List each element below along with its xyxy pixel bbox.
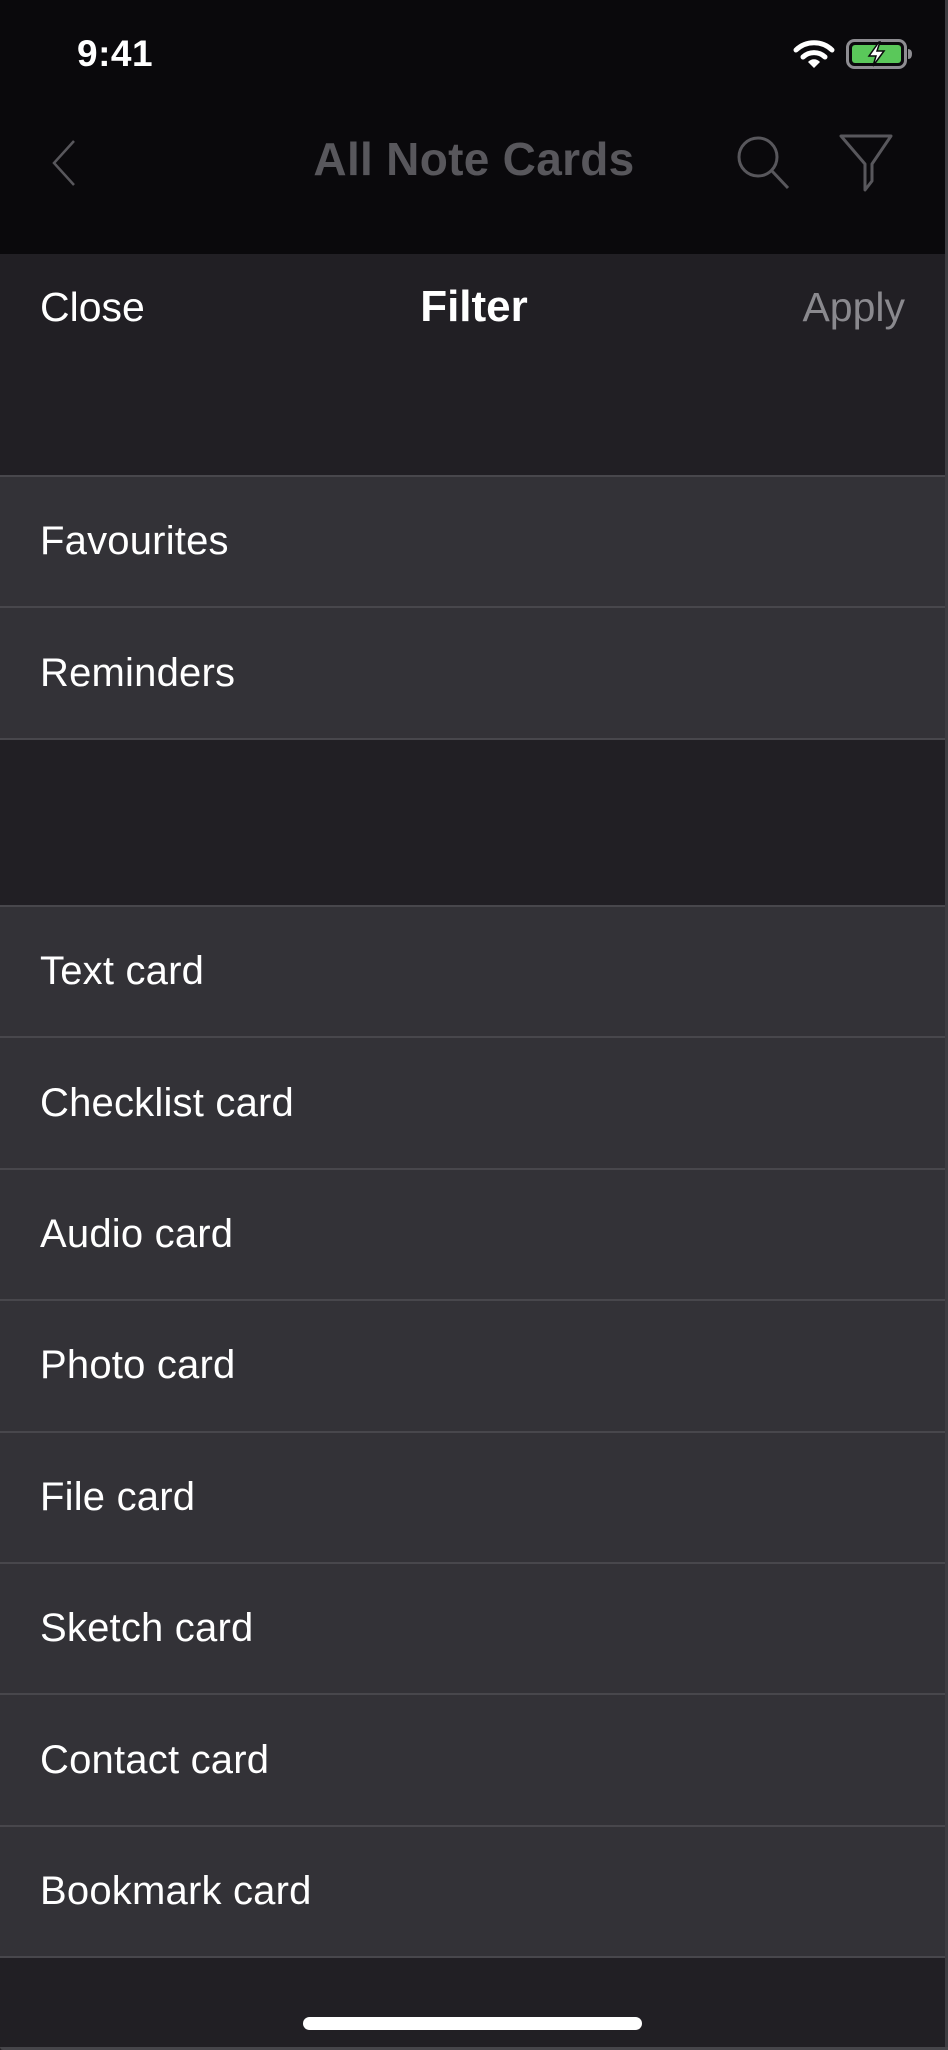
funnel-icon[interactable] [836,132,896,194]
option-label: Bookmark card [40,1868,312,1913]
option-label: Sketch card [40,1606,254,1651]
option-label: Audio card [40,1211,234,1256]
filter-section-general: Favourites Reminders [0,475,948,740]
filter-option-favourites[interactable]: Favourites [0,477,948,607]
filter-option-audio-card[interactable]: Audio card [0,1169,948,1300]
separator [0,1956,948,1959]
home-indicator[interactable] [303,2017,642,2030]
filter-option-file-card[interactable]: File card [0,1432,948,1562]
option-label: Reminders [40,650,236,695]
status-time: 9:41 [77,33,154,74]
option-label: Text card [40,949,205,994]
filter-header: Close Filter Apply [0,254,948,476]
filter-option-contact-card[interactable]: Contact card [0,1695,948,1825]
filter-option-reminders[interactable]: Reminders [0,608,948,738]
option-label: Contact card [40,1737,270,1782]
battery-charging-icon [846,39,912,69]
filter-option-checklist-card[interactable]: Checklist card [0,1038,948,1168]
option-label: File card [40,1474,196,1519]
filter-option-bookmark-card[interactable]: Bookmark card [0,1826,948,1957]
top-bar: 9:41 All Note Cards [0,0,948,254]
filter-option-photo-card[interactable]: Photo card [0,1301,948,1431]
option-label: Favourites [40,519,229,564]
search-icon[interactable] [735,134,793,192]
filter-option-sketch-card[interactable]: Sketch card [0,1563,948,1694]
nav-title: All Note Cards [313,133,635,185]
filter-option-text-card[interactable]: Text card [0,907,948,1037]
screen: 9:41 All Note Cards Close Filter Apply F… [0,0,948,2050]
filter-section-card-types: Text card Checklist card Audio card Phot… [0,905,948,1959]
wifi-icon [793,40,835,68]
separator [0,737,948,740]
option-label: Photo card [40,1343,236,1388]
apply-button[interactable]: Apply [802,284,905,331]
option-label: Checklist card [40,1080,294,1125]
